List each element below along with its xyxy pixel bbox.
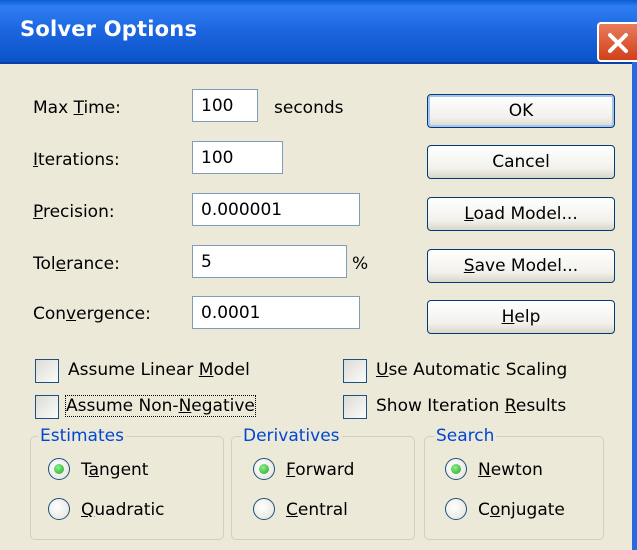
derivatives-group-title: Derivatives: [241, 426, 342, 446]
tolerance-input[interactable]: 5: [192, 245, 347, 278]
assume-non-negative-checkbox[interactable]: [35, 395, 59, 419]
derivatives-group: [231, 436, 415, 540]
iterations-label: Iterations:: [33, 150, 120, 170]
precision-input[interactable]: 0.000001: [192, 193, 360, 226]
convergence-label: Convergence:: [33, 304, 151, 324]
title-bar[interactable]: Solver Options: [0, 0, 637, 64]
use-automatic-scaling-label[interactable]: Use Automatic Scaling: [376, 360, 567, 380]
quadratic-radio[interactable]: [48, 498, 70, 520]
show-iteration-results-label[interactable]: Show Iteration Results: [376, 396, 566, 416]
forward-label[interactable]: Forward: [286, 460, 354, 480]
tolerance-unit: %: [352, 254, 369, 274]
close-button[interactable]: [597, 22, 637, 62]
show-iteration-results-checkbox[interactable]: [343, 395, 367, 419]
radio-selected-indicator: [451, 464, 461, 474]
radio-selected-indicator: [54, 464, 64, 474]
conjugate-radio[interactable]: [445, 498, 467, 520]
load-model-button[interactable]: Load Model...: [427, 197, 615, 231]
central-label[interactable]: Central: [286, 500, 348, 520]
help-button[interactable]: Help: [427, 300, 615, 334]
estimates-group-title: Estimates: [38, 426, 126, 446]
quadratic-label[interactable]: Quadratic: [81, 500, 165, 520]
assume-linear-model-label[interactable]: Assume Linear Model: [68, 360, 250, 380]
tangent-label[interactable]: Tangent: [81, 460, 148, 480]
newton-radio[interactable]: [445, 458, 467, 480]
conjugate-label[interactable]: Conjugate: [478, 500, 565, 520]
tangent-radio[interactable]: [48, 458, 70, 480]
cancel-button[interactable]: Cancel: [427, 145, 615, 179]
tolerance-label: Tolerance:: [33, 254, 120, 274]
max-time-unit: seconds: [274, 98, 344, 118]
assume-non-negative-label[interactable]: Assume Non-Negative: [65, 395, 256, 417]
convergence-input[interactable]: 0.0001: [192, 296, 360, 329]
window-title: Solver Options: [20, 17, 198, 41]
forward-radio[interactable]: [253, 458, 275, 480]
save-model-button[interactable]: Save Model...: [427, 249, 615, 283]
search-group: [424, 436, 604, 540]
iterations-input[interactable]: 100: [192, 141, 283, 174]
central-radio[interactable]: [253, 498, 275, 520]
assume-linear-model-checkbox[interactable]: [35, 359, 59, 383]
newton-label[interactable]: Newton: [478, 460, 543, 480]
search-group-title: Search: [434, 426, 497, 446]
use-automatic-scaling-checkbox[interactable]: [343, 359, 367, 383]
dialog-body: Max Time: Iterations: Precision: Toleran…: [0, 64, 637, 550]
estimates-group: [30, 436, 224, 540]
max-time-input[interactable]: 100: [192, 89, 258, 122]
precision-label: Precision:: [33, 202, 115, 222]
max-time-label: Max Time:: [33, 98, 121, 118]
radio-selected-indicator: [259, 464, 269, 474]
close-icon: [608, 33, 628, 53]
ok-button[interactable]: OK: [427, 94, 615, 128]
